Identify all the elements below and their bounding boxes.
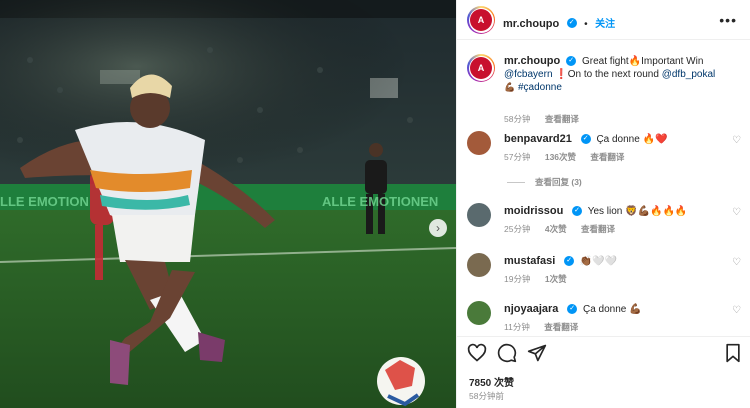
bookmark-icon[interactable] (723, 343, 743, 363)
caption-avatar-logo: A (470, 57, 492, 79)
commenter-avatar[interactable] (467, 301, 491, 325)
comment-like-count[interactable]: 1次赞 (545, 274, 567, 284)
caption: A mr.choupo ✓ Great fight🔥Important Win @… (457, 51, 750, 124)
caption-meta: 58分钟 查看翻译 (504, 113, 591, 125)
verified-icon: ✓ (572, 206, 583, 217)
commenter-avatar[interactable] (467, 203, 491, 227)
view-replies-button[interactable]: 查看回复 (3) (507, 176, 582, 188)
like-count[interactable]: 7850 次赞 (469, 374, 514, 389)
mention-dfb-pokal[interactable]: @dfb_pokal (662, 69, 716, 80)
comment-body: Yes lion 🦁💪🏾🔥🔥🔥 (587, 206, 688, 217)
author-avatar[interactable]: A (467, 6, 495, 34)
author-avatar-logo: A (470, 9, 492, 31)
banner-text-left: LLE EMOTION (0, 194, 89, 209)
post-photo[interactable]: LLE EMOTION ALLE EMOTIONEN › (0, 0, 456, 408)
verified-icon: ✓ (564, 256, 575, 267)
caption-avatar[interactable]: A (467, 54, 495, 82)
comment-translate-link[interactable]: 查看翻译 (590, 152, 624, 162)
caption-text: mr.choupo ✓ Great fight🔥Important Win @fc… (504, 55, 721, 94)
comment-heart-icon[interactable]: ♡ (732, 207, 741, 218)
comment-icon[interactable] (497, 343, 517, 363)
comment-heart-icon[interactable]: ♡ (732, 305, 741, 316)
caption-middle: ❗On to the next round (555, 69, 659, 80)
separator-dot: • (584, 19, 588, 30)
comment-text: mustafasi ✓ 👏🏾🤍🤍 (504, 255, 721, 268)
comment-time: 57分钟 (504, 152, 531, 162)
caption-emoji: 💪🏾 (504, 82, 516, 92)
post-timestamp: 58分钟前 (469, 391, 504, 401)
commenter-username[interactable]: njoyaajara (504, 303, 558, 315)
comment-meta: 57分钟 136次赞 查看翻译 (504, 151, 636, 163)
comment-body: 👏🏾🤍🤍 (579, 256, 618, 267)
more-options-icon[interactable]: ••• (719, 12, 737, 28)
comment-text: moidrissou ✓ Yes lion 🦁💪🏾🔥🔥🔥 (504, 205, 721, 218)
post-actions: 7850 次赞 58分钟前 (457, 336, 750, 408)
comment-time: 11分钟 (504, 322, 530, 332)
comment-heart-icon[interactable]: ♡ (732, 135, 741, 146)
verified-icon: ✓ (580, 134, 591, 145)
comment-like-count[interactable]: 4次赞 (545, 224, 567, 234)
verified-icon: ✓ (567, 304, 578, 315)
comments-list[interactable]: A mr.choupo ✓ Great fight🔥Important Win @… (457, 41, 750, 335)
commenter-username[interactable]: benpavard21 (504, 133, 572, 145)
comment-time: 19分钟 (504, 274, 531, 284)
caption-time: 58分钟 (504, 114, 531, 124)
comment-body: Ça donne 💪🏾 (582, 304, 642, 315)
comment-time: 25分钟 (504, 224, 531, 234)
post-header: A mr.choupo ✓ • 关注 ••• (457, 0, 750, 40)
hashtag-link[interactable]: #çadonne (518, 82, 562, 93)
next-photo-button[interactable]: › (429, 219, 447, 237)
view-replies-label: 查看回复 (3) (535, 177, 582, 187)
mention-fcbayern[interactable]: @fcbayern (504, 69, 553, 80)
caption-translate-link[interactable]: 查看翻译 (545, 114, 579, 124)
comment-meta: 11分钟 查看翻译 (504, 321, 590, 333)
comment-like-count[interactable]: 136次赞 (545, 152, 576, 162)
comment-translate-link[interactable]: 查看翻译 (544, 322, 578, 332)
comment-item: benpavard21 ✓ Ça donne 🔥❤️ 57分钟 136次赞 查看… (457, 129, 750, 195)
heart-icon[interactable] (467, 343, 487, 363)
post-side-panel: A mr.choupo ✓ • 关注 ••• A mr.choupo ✓ Grea… (456, 0, 750, 408)
comment-item: mustafasi ✓ 👏🏾🤍🤍 19分钟 1次赞 ♡ (457, 251, 750, 295)
football-player-image: LLE EMOTION ALLE EMOTIONEN (0, 0, 456, 408)
comment-meta: 19分钟 1次赞 (504, 273, 579, 285)
banner-text-right: ALLE EMOTIONEN (322, 194, 438, 209)
comment-text: benpavard21 ✓ Ça donne 🔥❤️ (504, 133, 721, 146)
chevron-right-icon: › (436, 221, 440, 235)
commenter-username[interactable]: moidrissou (504, 205, 563, 217)
verified-icon: ✓ (566, 56, 577, 67)
ball (377, 357, 425, 407)
replies-divider (507, 182, 525, 184)
comment-body: Ça donne 🔥❤️ (596, 134, 668, 145)
comment-item: moidrissou ✓ Yes lion 🦁💪🏾🔥🔥🔥 25分钟 4次赞 查看… (457, 201, 750, 247)
follow-button[interactable]: 关注 (595, 19, 615, 30)
verified-icon: ✓ (566, 17, 577, 28)
comment-translate-link[interactable]: 查看翻译 (581, 224, 615, 234)
comment-item: njoyaajara ✓ Ça donne 💪🏾 11分钟 查看翻译 ♡ (457, 299, 750, 335)
comment-meta: 25分钟 4次赞 查看翻译 (504, 223, 627, 235)
commenter-avatar[interactable] (467, 253, 491, 277)
caption-body: Great fight🔥Important Win (582, 56, 704, 67)
comment-heart-icon[interactable]: ♡ (732, 257, 741, 268)
commenter-username[interactable]: mustafasi (504, 255, 555, 267)
caption-username[interactable]: mr.choupo (504, 55, 560, 67)
share-icon[interactable] (527, 343, 547, 363)
comment-text: njoyaajara ✓ Ça donne 💪🏾 (504, 303, 721, 316)
author-username[interactable]: mr.choupo (503, 18, 559, 30)
commenter-avatar[interactable] (467, 131, 491, 155)
